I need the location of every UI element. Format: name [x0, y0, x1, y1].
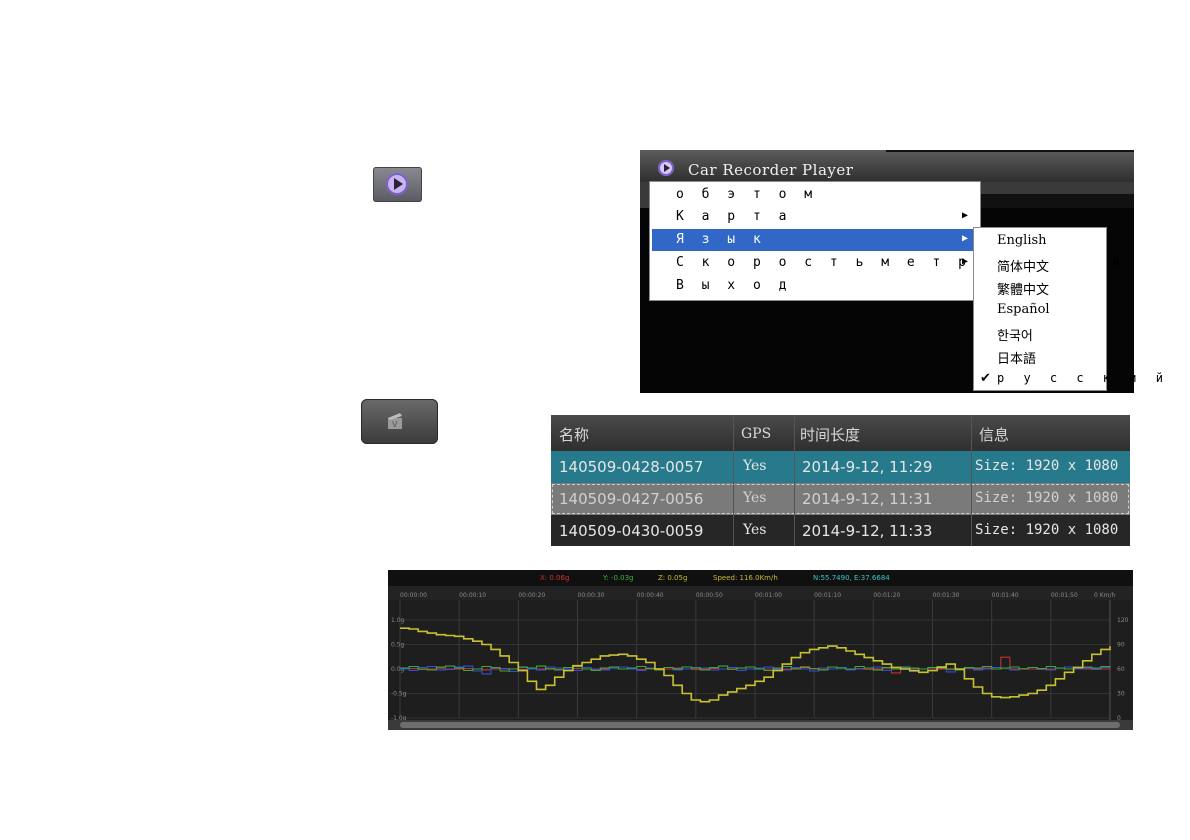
- legend-x-readout: X: 0.06g: [540, 574, 570, 582]
- x-tick-label: 00:01:00: [755, 592, 782, 599]
- title-bar: Car Recorder Player: [640, 150, 1134, 182]
- chart-scrollbar[interactable]: [388, 720, 1133, 730]
- clapperboard-button[interactable]: V: [361, 399, 438, 444]
- table-row[interactable]: 140509-0430-0059 Yes 2014-9-12, 11:33 Si…: [551, 515, 1130, 546]
- column-header-info[interactable]: 信息: [979, 424, 1009, 445]
- play-icon: [386, 173, 408, 195]
- x-tick-label: 00:00:10: [459, 592, 486, 599]
- table-header: 名称 GPS 时间长度 信息: [551, 415, 1130, 451]
- x-tick-label: 00:01:30: [933, 592, 960, 599]
- language-option-russian[interactable]: ✔ р у с с к и й: [974, 368, 1163, 390]
- chart-legend: X: 0.06g Y: -0.03g Z: 0.05g Speed: 116.0…: [388, 570, 1133, 586]
- menu-item-speed-units[interactable]: С к о р о с т ь м е т р о л о г и и ▶: [652, 252, 1120, 274]
- plot-background: [388, 600, 1133, 720]
- table-row[interactable]: 140509-0428-0057 Yes 2014-9-12, 11:29 Si…: [551, 451, 1130, 483]
- column-header-duration[interactable]: 时间长度: [800, 424, 860, 445]
- y-right-tick-label: 90: [1117, 642, 1125, 649]
- play-button[interactable]: [373, 167, 422, 202]
- x-unit-label: 0 Km/h: [1094, 592, 1116, 599]
- x-tick-label: 00:00:50: [696, 592, 723, 599]
- scrollbar-thumb[interactable]: [400, 722, 1120, 728]
- menu-item-language[interactable]: Я з ы к ▶: [652, 229, 978, 251]
- menu-item-about[interactable]: о б э т о м: [652, 184, 978, 206]
- y-right-tick-label: 60: [1117, 666, 1125, 673]
- gsensor-chart: 00:00:00 00:00:10 00:00:20 00:00:30 00:00:40…: [388, 570, 1133, 730]
- x-tick-label: 00:01:40: [992, 592, 1019, 599]
- y-left-tick-label: 0.5g: [391, 642, 405, 649]
- language-option-simplified-chinese[interactable]: 简体中文: [974, 253, 1106, 275]
- y-left-tick-label: -0.5g: [391, 691, 407, 698]
- y-right-tick-label: 30: [1117, 691, 1125, 698]
- submenu-arrow-icon: ▶: [962, 256, 969, 267]
- app-logo-icon[interactable]: [658, 160, 674, 176]
- x-tick-label: 00:01:10: [814, 592, 841, 599]
- language-option-korean[interactable]: 한국어: [974, 322, 1106, 344]
- checkmark-icon: ✔: [980, 371, 991, 386]
- chart-plot: 00:00:00 00:00:10 00:00:20 00:00:30 00:00:40…: [388, 586, 1133, 722]
- table-row[interactable]: 140509-0427-0056 Yes 2014-9-12, 11:31 Si…: [551, 483, 1130, 515]
- legend-y-readout: Y: -0.03g: [603, 574, 634, 582]
- column-header-gps[interactable]: GPS: [741, 426, 771, 442]
- submenu-arrow-icon: ▶: [962, 210, 969, 221]
- x-tick-label: 00:01:20: [873, 592, 900, 599]
- x-tick-label: 00:00:30: [578, 592, 605, 599]
- menu-item-map[interactable]: К а р т а ▶: [652, 206, 978, 228]
- x-tick-label: 00:01:50: [1051, 592, 1078, 599]
- clapperboard-icon: V: [388, 413, 402, 429]
- svg-text:V: V: [392, 420, 398, 429]
- menu-item-exit[interactable]: В ы х о д: [652, 275, 978, 297]
- language-option-english[interactable]: English: [974, 230, 1106, 252]
- x-tick-label: 00:00:40: [637, 592, 664, 599]
- legend-speed-readout: Speed: 116.0Km/h: [713, 574, 778, 582]
- legend-gps-readout: N:55.7490, E:37.6684: [813, 574, 890, 582]
- column-header-name[interactable]: 名称: [559, 424, 589, 445]
- x-tick-label: 00:00:20: [518, 592, 545, 599]
- y-right-tick-label: 120: [1117, 617, 1129, 624]
- language-submenu: English 简体中文 繁體中文 Español 한국어 日本語 ✔ р у …: [973, 227, 1163, 391]
- language-option-traditional-chinese[interactable]: 繁體中文: [974, 276, 1106, 298]
- x-tick-label: 00:00:00: [400, 592, 427, 599]
- main-menu: о б э т о м К а р т а ▶ Я з ы к ▶ С к о …: [649, 181, 1120, 301]
- language-option-japanese[interactable]: 日本語: [974, 345, 1106, 367]
- file-table: 名称 GPS 时间长度 信息 140509-0428-0057 Yes 2014…: [551, 415, 1130, 546]
- y-left-tick-label: 1.0g: [391, 617, 405, 624]
- language-option-spanish[interactable]: Español: [974, 299, 1106, 321]
- submenu-arrow-icon: ▶: [962, 233, 969, 244]
- window-title: Car Recorder Player: [688, 161, 854, 179]
- legend-z-readout: Z: 0.05g: [658, 574, 688, 582]
